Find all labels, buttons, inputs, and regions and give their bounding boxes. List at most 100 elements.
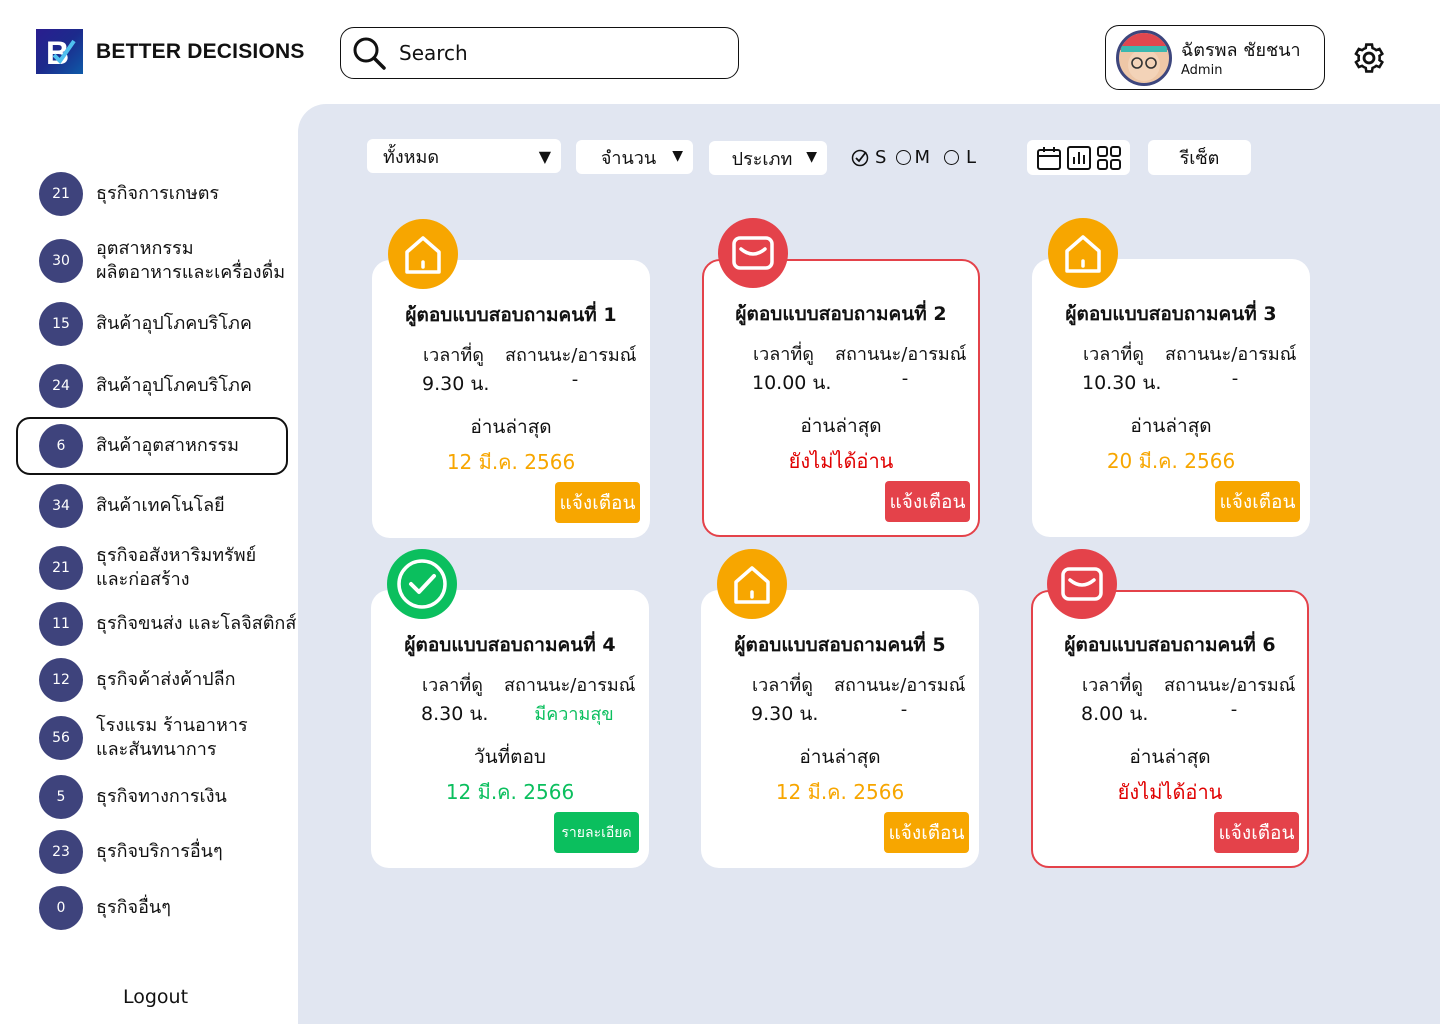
sidebar-item-label: ธุรกิจอสังหาริมทรัพย์ และก่อสร้าง [96,544,256,592]
card-title: ผู้ตอบแบบสอบถามคนที่ 5 [734,634,946,656]
sidebar-item-label: สินค้าอุปโภคบริโภค [96,312,252,336]
card-title: ผู้ตอบแบบสอบถามคนที่ 6 [1064,634,1276,656]
status-label: สถานนะ/อารมณ์ [1164,675,1296,696]
details-button[interactable]: รายละเอียด [554,812,639,853]
status-value: - [571,369,579,390]
home-icon [717,549,787,619]
reset-button[interactable]: รีเซ็ต [1148,140,1251,175]
sidebar-item[interactable]: 5 ธุรกิจทางการเงิน [16,768,288,826]
search-bar[interactable] [340,27,739,79]
sidebar-item[interactable]: 21 ธุรกิจการเกษตร [16,165,288,223]
view-switcher [1027,140,1130,175]
sidebar-item-label-line: และสันทนาการ [96,739,217,760]
filter-all-value: ทั้งหมด [383,146,440,168]
calendar-icon[interactable] [1036,145,1062,171]
status-label: สถานนะ/อารมณ์ [834,675,966,696]
mail-icon [1047,549,1117,619]
size-s-checkbox[interactable]: S [851,147,890,168]
read-label: อ่านล่าสุด [799,746,881,768]
count-badge: 5 [39,775,83,819]
sidebar-item-label-line: ธุรกิจอื่นๆ [96,897,171,918]
status-label: สถานนะ/อารมณ์ [1165,344,1297,365]
notify-button[interactable]: แจ้งเตือน [1214,812,1299,853]
filter-type-dropdown[interactable]: ประเภท ▼ [709,141,827,175]
size-s-label: S [875,147,887,168]
sidebar-item-label-line: สินค้าอุปโภคบริโภค [96,375,252,396]
respondent-card[interactable]: ผู้ตอบแบบสอบถามคนที่ 3 เวลาที่ดู สถานนะ/อา… [1032,218,1310,537]
status-value: มีความสุข [534,704,614,725]
read-label: อ่านล่าสุด [800,415,882,437]
view-time-value: 10.30 น. [1082,372,1162,394]
view-time-label: เวลาที่ดู [1082,675,1143,696]
sidebar-item[interactable]: 15 สินค้าอุปโภคบริโภค [16,295,288,353]
size-l-radio[interactable]: L [943,147,976,168]
notify-button[interactable]: แจ้งเตือน [884,812,969,853]
count-badge: 6 [39,424,83,468]
count-badge: 34 [39,484,83,528]
view-time-label: เวลาที่ดู [1083,344,1144,365]
filter-amount-dropdown[interactable]: จำนวน ▼ [576,140,693,174]
sidebar-item-label: สินค้าอุตสาหกรรม [96,434,239,458]
respondent-card[interactable]: ผู้ตอบแบบสอบถามคนที่ 5 เวลาที่ดู สถานนะ/อา… [701,549,979,868]
filter-type-value: ประเภท [731,148,793,170]
count-badge: 11 [39,602,83,646]
filter-all-dropdown[interactable]: ทั้งหมด ▼ [367,139,561,173]
sidebar-item-label: สินค้าอุปโภคบริโภค [96,374,252,398]
view-time-label: เวลาที่ดู [752,675,813,696]
count-badge: 21 [39,546,83,590]
sidebar-item-label: อุตสาหกรรม ผลิตอาหารและเครื่องดื่ม [96,237,285,285]
search-input[interactable] [399,41,699,65]
respondent-card[interactable]: ผู้ตอบแบบสอบถามคนที่ 1 เวลาที่ดู สถานนะ/อา… [372,219,650,538]
respondent-card[interactable]: ผู้ตอบแบบสอบถามคนที่ 2 เวลาที่ดู สถานนะ/อา… [702,218,980,537]
sidebar-item-label-line: ธุรกิจการเกษตร [96,183,220,204]
sidebar-item-label-line: ธุรกิจบริการอื่นๆ [96,841,223,862]
count-badge: 24 [39,364,83,408]
sidebar-item-label: ธุรกิจค้าส่งค้าปลีก [96,668,236,692]
respondent-card[interactable]: ผู้ตอบแบบสอบถามคนที่ 4 เวลาที่ดู สถานนะ/อา… [371,549,649,868]
grid-icon[interactable] [1096,145,1122,171]
sidebar-item-label-line: สินค้าเทคโนโลยี [96,495,225,516]
read-label: อ่านล่าสุด [470,416,552,438]
view-time-label: เวลาที่ดู [753,344,814,365]
sidebar-item[interactable]: 30 อุตสาหกรรม ผลิตอาหารและเครื่องดื่ม [16,232,288,290]
status-label: สถานนะ/อารมณ์ [504,675,636,696]
sidebar-item[interactable]: 0 ธุรกิจอื่นๆ [16,879,288,937]
sidebar-item-label-line: ธุรกิจค้าส่งค้าปลีก [96,669,236,690]
user-role: Admin [1181,63,1223,78]
radio-icon [943,150,959,165]
respondent-card[interactable]: ผู้ตอบแบบสอบถามคนที่ 6 เวลาที่ดู สถานนะ/อา… [1031,549,1309,868]
sidebar-item-label: ธุรกิจอื่นๆ [96,896,171,920]
sidebar-item[interactable]: 56 โรงแรม ร้านอาหาร และสันทนาการ [16,709,288,767]
sidebar-item[interactable]: 12 ธุรกิจค้าส่งค้าปลีก [16,651,288,709]
sidebar-item[interactable]: 6 สินค้าอุตสาหกรรม [16,417,288,475]
size-m-radio[interactable]: M [896,147,930,168]
sidebar-item[interactable]: 11 ธุรกิจขนส่ง และโลจิสติกส์ [16,595,296,653]
bar-chart-icon[interactable] [1066,145,1092,171]
notify-button[interactable]: แจ้งเตือน [1215,481,1300,522]
home-icon [1048,218,1118,288]
read-value: 12 มี.ค. 2566 [775,780,905,804]
notify-button[interactable]: แจ้งเตือน [885,481,970,522]
sidebar-item[interactable]: 34 สินค้าเทคโนโลยี [16,477,288,535]
sidebar-item-label-line: โรงแรม ร้านอาหาร [96,715,248,736]
read-label: วันที่ตอบ [474,746,546,768]
check-circle-icon [387,549,457,619]
status-label: สถานนะ/อารมณ์ [505,345,637,366]
sidebar-item-label-line: ธุรกิจอสังหาริมทรัพย์ [96,545,257,566]
read-value: 12 มี.ค. 2566 [446,450,576,474]
sidebar-item[interactable]: 23 ธุรกิจบริการอื่นๆ [16,823,288,881]
sidebar-item-label-line: ผลิตอาหารและเครื่องดื่ม [96,262,286,283]
sidebar-item[interactable]: 21 ธุรกิจอสังหาริมทรัพย์ และก่อสร้าง [16,539,288,597]
card-title: ผู้ตอบแบบสอบถามคนที่ 1 [405,304,617,326]
logout-link[interactable]: Logout [123,986,188,1008]
size-filter: S M L [851,147,976,168]
user-profile-card[interactable]: ฉัตรพล ชัยชนา Admin [1105,25,1325,90]
settings-gear-icon[interactable] [1352,41,1386,79]
sidebar-item-label: สินค้าเทคโนโลยี [96,494,225,518]
sidebar-item-label-line: ธุรกิจทางการเงิน [96,786,227,807]
sidebar-item[interactable]: 24 สินค้าอุปโภคบริโภค [16,357,288,415]
count-badge: 30 [39,239,83,283]
notify-button[interactable]: แจ้งเตือน [555,482,640,523]
sidebar-item-label-line: สินค้าอุปโภคบริโภค [96,313,252,334]
home-icon [388,219,458,289]
